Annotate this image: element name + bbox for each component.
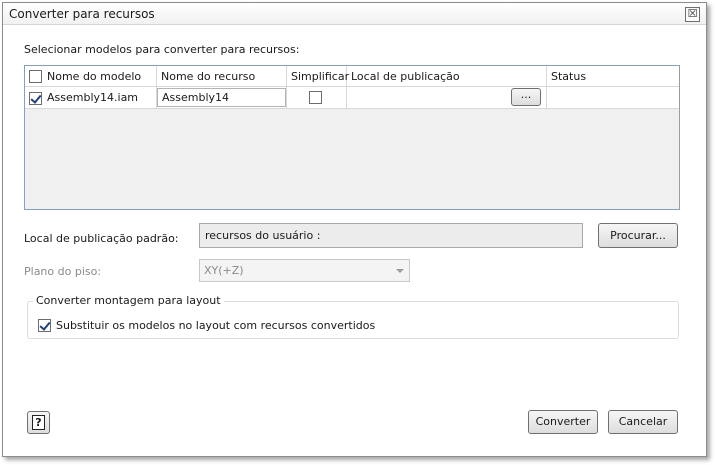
browse-button[interactable]: Procurar...: [598, 223, 678, 248]
replace-models-checkbox[interactable]: [38, 319, 51, 332]
chevron-down-icon: [396, 269, 404, 273]
row-select-checkbox[interactable]: [29, 92, 42, 105]
convert-button[interactable]: Converter: [528, 410, 598, 434]
column-status[interactable]: Status: [547, 66, 679, 87]
default-publish-location-label: Local de publicação padrão:: [24, 232, 179, 245]
model-name-text: Assembly14.iam: [47, 91, 139, 104]
cell-simplify: [287, 87, 347, 109]
cell-model-name: Assembly14.iam: [25, 87, 157, 109]
floor-plane-value: XY(+Z): [204, 264, 244, 277]
cancel-button[interactable]: Cancelar: [608, 410, 678, 434]
select-models-label: Selecionar modelos para converter para r…: [24, 43, 300, 56]
question-mark-icon: ?: [32, 415, 45, 430]
floor-plane-select[interactable]: XY(+Z): [199, 259, 410, 282]
cell-resource-name: Assembly14: [157, 87, 287, 109]
close-button[interactable]: ☒: [685, 7, 700, 22]
floor-plane-label: Plano do piso:: [24, 265, 102, 278]
help-button[interactable]: ?: [27, 411, 50, 434]
window-title: Converter para recursos: [9, 7, 155, 21]
column-model-name[interactable]: Nome do modelo: [25, 66, 157, 87]
title-bar: Converter para recursos ☒: [3, 3, 706, 25]
convert-to-resources-dialog: Converter para recursos ☒ Selecionar mod…: [2, 2, 707, 457]
grid-header: Nome do modelo Nome do recurso Simplific…: [25, 66, 679, 87]
table-row: Assembly14.iam Assembly14 ...: [25, 87, 679, 109]
cell-status: [547, 87, 679, 109]
column-model-name-label: Nome do modelo: [47, 70, 142, 83]
default-publish-location-field: recursos do usuário :: [199, 223, 583, 248]
convert-layout-group: Converter montagem para layout Substitui…: [27, 294, 679, 339]
close-icon: ☒: [687, 7, 698, 20]
convert-layout-legend: Converter montagem para layout: [33, 294, 224, 307]
models-grid: Nome do modelo Nome do recurso Simplific…: [24, 65, 680, 210]
column-simplify[interactable]: Simplificar: [287, 66, 349, 87]
cell-publish-location: ...: [347, 87, 547, 109]
replace-models-label[interactable]: Substituir os modelos no layout com recu…: [56, 319, 375, 332]
column-resource-name[interactable]: Nome do recurso: [157, 66, 287, 87]
select-all-checkbox[interactable]: [29, 70, 42, 83]
column-publish-location[interactable]: Local de publicação: [347, 66, 547, 87]
resource-name-input[interactable]: Assembly14: [157, 88, 286, 107]
simplify-checkbox[interactable]: [309, 91, 322, 104]
browse-location-button[interactable]: ...: [511, 88, 541, 106]
